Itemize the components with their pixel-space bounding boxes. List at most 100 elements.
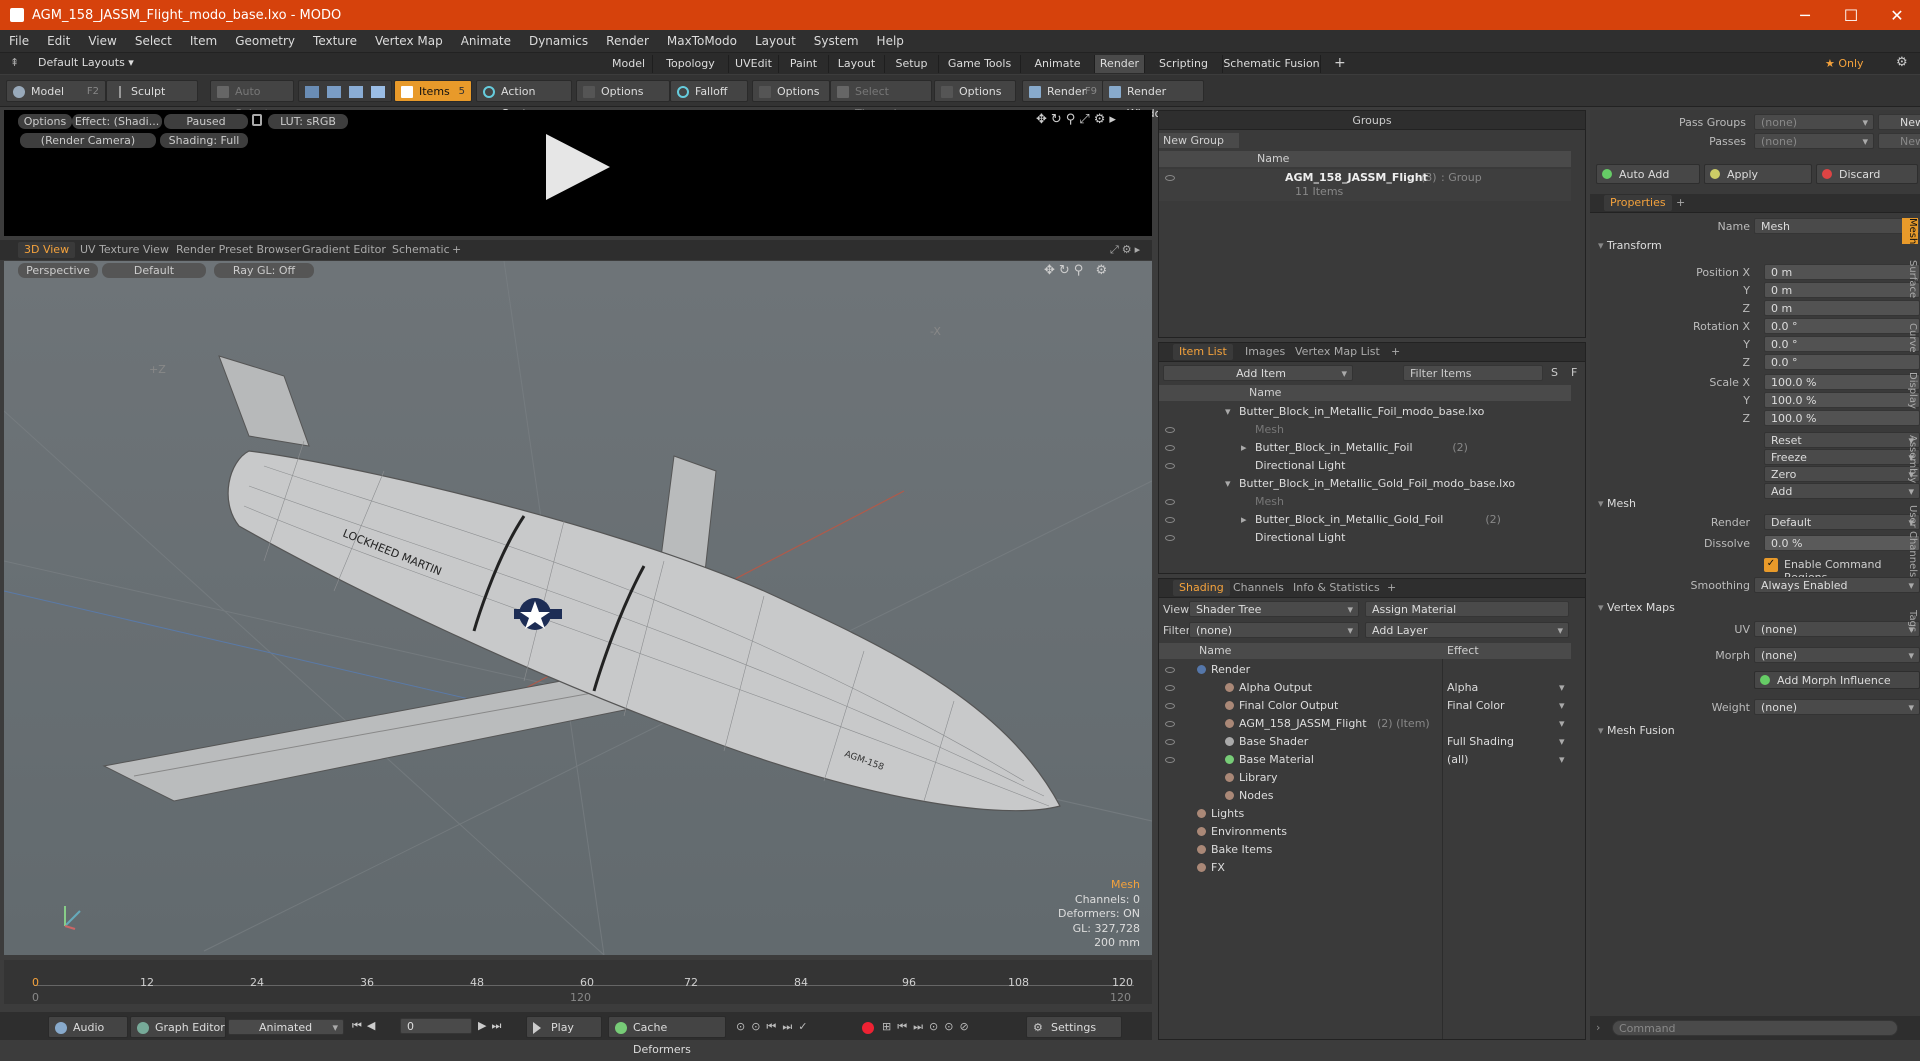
item-list-row[interactable]: Directional Light [1159, 529, 1571, 547]
action-center-button[interactable]: Action Center [476, 80, 572, 120]
transform-value[interactable]: 0 m [1764, 282, 1920, 298]
effect-dropdown-icon[interactable]: ▾ [1559, 679, 1565, 697]
graph-editor-button[interactable]: Graph Editor [130, 1016, 226, 1038]
shader-tree-row[interactable]: Lights [1159, 805, 1571, 823]
transform-value[interactable]: 0.0 ° [1764, 354, 1920, 370]
tab-scripting[interactable]: Scripting [1145, 55, 1223, 73]
polygons-mode-icon[interactable] [349, 86, 363, 98]
transform-action-dropdown[interactable]: Zero [1764, 466, 1920, 483]
shader-tree-row[interactable]: Bake Items [1159, 841, 1571, 859]
mesh-fusion-section[interactable]: Mesh Fusion [1598, 723, 1675, 739]
side-tab[interactable]: Curve [1902, 323, 1918, 353]
transform-action-dropdown[interactable]: Freeze [1764, 449, 1920, 466]
side-tab[interactable]: Tags [1902, 610, 1918, 632]
filter-f-button[interactable]: F [1571, 366, 1577, 379]
options-button-1[interactable]: Options [576, 80, 670, 102]
tab-setup[interactable]: Setup [885, 55, 939, 73]
tab-render-preset-browser[interactable]: Render Preset Browser [170, 242, 307, 258]
gear-icon[interactable]: ⚙ [1896, 55, 1908, 70]
tab-schematic-fusion[interactable]: Schematic Fusion [1223, 55, 1321, 73]
lut-dropdown[interactable]: LUT: sRGB [268, 114, 348, 129]
record-icon[interactable] [862, 1022, 874, 1034]
new-pass-group-button[interactable]: New [1878, 114, 1920, 130]
tab-uvedit[interactable]: UVEdit [729, 55, 779, 73]
item-list-row[interactable]: ▸ Butter_Block_in_Metallic_Gold_Foil (2) [1159, 511, 1571, 529]
frame-forward-icons[interactable]: ▶⏭ [478, 1019, 506, 1033]
effect-dropdown-icon[interactable]: ▾ [1559, 751, 1565, 769]
expand-arrow-icon[interactable]: ▸ [1241, 511, 1247, 529]
eye-icon[interactable] [1165, 667, 1175, 673]
transform-value[interactable]: 100.0 % [1764, 374, 1920, 390]
tab-render[interactable]: Render [1095, 55, 1145, 73]
shader-tree-row[interactable]: Base Shader Full Shading ▾ [1159, 733, 1571, 751]
expand-arrow-icon[interactable]: ▾ [1225, 403, 1231, 421]
uv-dropdown[interactable]: (none) [1754, 621, 1920, 638]
only-toggle[interactable]: ★ Only [1825, 57, 1864, 70]
menu-system[interactable]: System [805, 34, 868, 48]
transform-section[interactable]: Transform [1598, 238, 1662, 254]
camera-dropdown[interactable]: (Render Camera) [20, 133, 156, 148]
assign-material-button[interactable]: Assign Material [1365, 601, 1569, 617]
discard-button[interactable]: Discard [1816, 164, 1918, 184]
frame-input[interactable]: 0 [400, 1018, 472, 1034]
name-input[interactable]: Mesh [1754, 218, 1920, 234]
add-view-tab-button[interactable]: + [446, 242, 467, 258]
passes-dropdown[interactable]: (none) [1754, 133, 1874, 150]
morph-dropdown[interactable]: (none) [1754, 647, 1920, 664]
default-layouts-dropdown[interactable]: Default Layouts ▾ [38, 56, 134, 69]
model-mode-button[interactable]: Model F2 [6, 80, 106, 102]
key-tools-icons[interactable]: ⊙⊙⏮⏭✓ [736, 1020, 813, 1034]
item-list-row[interactable]: Directional Light [1159, 457, 1571, 475]
menu-animate[interactable]: Animate [452, 34, 520, 48]
tab-model[interactable]: Model [605, 55, 653, 73]
render-button[interactable]: Render F9 [1022, 80, 1104, 102]
tab-uv-texture-view[interactable]: UV Texture View [74, 242, 175, 258]
dissolve-input[interactable]: 0.0 % [1764, 535, 1920, 551]
render-dropdown[interactable]: Default [1764, 514, 1920, 531]
animated-dropdown[interactable]: Animated [228, 1019, 344, 1036]
vertex-maps-section[interactable]: Vertex Maps [1598, 600, 1675, 616]
effect-dropdown[interactable]: Effect: (Shadi... [72, 114, 162, 129]
enable-command-regions-checkbox[interactable]: ✓ [1764, 558, 1778, 572]
preview-nav-icons[interactable]: ✥↻⚲⤢⚙▸ [1036, 112, 1120, 127]
tab-paint[interactable]: Paint [779, 55, 829, 73]
effect-value[interactable]: Alpha [1447, 679, 1478, 697]
preview-options-button[interactable]: Options [18, 114, 72, 129]
eye-icon[interactable] [1165, 445, 1175, 451]
view-panel-icons[interactable]: ⤢⚙▸ [1110, 243, 1143, 257]
auto-select-button[interactable]: Auto Select [210, 80, 294, 120]
transform-value[interactable]: 0.0 ° [1764, 336, 1920, 352]
minimize-button[interactable]: ─ [1782, 0, 1828, 30]
eye-icon[interactable] [1165, 739, 1175, 745]
tab-images[interactable]: Images [1239, 344, 1291, 360]
render-window-button[interactable]: Render Window [1102, 80, 1204, 120]
transform-value[interactable]: 100.0 % [1764, 392, 1920, 408]
item-list-row[interactable]: ▾ Butter_Block_in_Metallic_Foil_modo_base… [1159, 403, 1571, 421]
select-through-button[interactable]: Select Through [830, 80, 932, 120]
eye-icon[interactable] [1165, 463, 1175, 469]
menu-render[interactable]: Render [597, 34, 658, 48]
lock-icon[interactable] [252, 114, 262, 126]
tab-channels[interactable]: Channels [1227, 580, 1290, 596]
eye-icon[interactable] [1165, 175, 1175, 181]
effect-dropdown-icon[interactable]: ▾ [1559, 715, 1565, 733]
apply-button[interactable]: Apply [1704, 164, 1812, 184]
tab-layout[interactable]: Layout [829, 55, 885, 73]
add-item-dropdown[interactable]: Add Item [1163, 365, 1353, 382]
new-pass-button[interactable]: New [1878, 133, 1920, 149]
group-row[interactable]: AGM_158_JASSM_Flight (3) : Group 11 Item… [1159, 169, 1571, 201]
options-button-2[interactable]: Options [752, 80, 830, 102]
tab-topology[interactable]: Topology [653, 55, 729, 73]
maximize-button[interactable]: ☐ [1828, 0, 1874, 30]
side-tab[interactable]: Surface [1902, 260, 1918, 298]
eye-icon[interactable] [1165, 757, 1175, 763]
tab-animate[interactable]: Animate [1021, 55, 1095, 73]
vertices-mode-icon[interactable] [305, 86, 319, 98]
side-tab[interactable]: User Channels [1902, 505, 1918, 577]
item-list-row[interactable]: ▾ Butter_Block_in_Metallic_Gold_Foil_modo… [1159, 475, 1571, 493]
add-tab-button[interactable]: + [1385, 344, 1406, 360]
eye-icon[interactable] [1165, 685, 1175, 691]
new-group-button[interactable]: New Group [1159, 133, 1239, 148]
play-button[interactable]: Play [526, 1016, 602, 1038]
filter-items-input[interactable]: Filter Items [1403, 365, 1543, 381]
